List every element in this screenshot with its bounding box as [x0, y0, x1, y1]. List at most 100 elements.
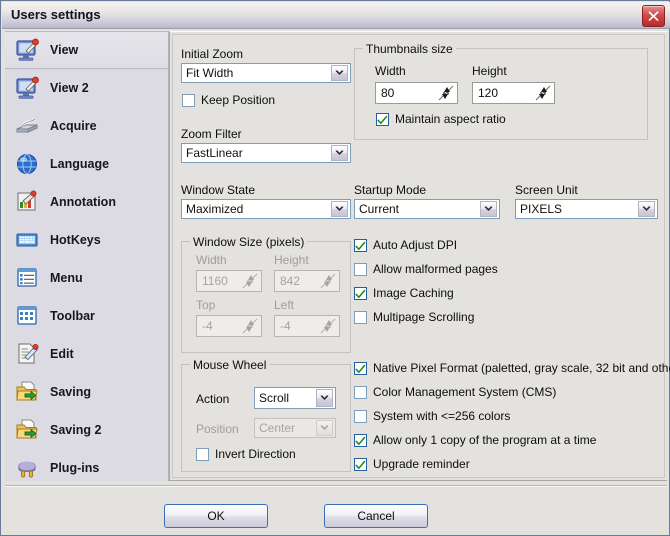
sidebar-item-view-2[interactable]: View 2	[5, 69, 168, 107]
stepper-arrows	[240, 271, 260, 291]
globe-icon	[14, 151, 40, 177]
startup-mode-select[interactable]: Current	[354, 199, 500, 219]
chevron-down-icon	[480, 201, 497, 217]
sidebar-item-view[interactable]: View	[5, 31, 168, 69]
chevron-down-icon	[316, 389, 333, 407]
allow-malformed-pages-checkbox[interactable]: Allow malformed pages	[354, 262, 498, 276]
stepper-arrows	[318, 271, 338, 291]
chevron-down-icon	[316, 420, 333, 436]
mouse-wheel-group: Mouse Wheel Action Scroll Position Cente…	[181, 358, 351, 472]
single-instance-checkbox[interactable]: Allow only 1 copy of the program at a ti…	[354, 433, 596, 447]
initial-zoom-select[interactable]: Fit Width	[181, 63, 351, 83]
thumb-width-value: 80	[381, 86, 395, 100]
screen-unit-select[interactable]: PIXELS	[515, 199, 658, 219]
sidebar-item-toolbar[interactable]: Toolbar	[5, 297, 168, 335]
title-bar: Users settings	[2, 2, 670, 29]
settings-category-sidebar[interactable]: View View 2 Acquire Language Annotation …	[5, 31, 169, 481]
zoom-filter-value: FastLinear	[186, 146, 243, 160]
sidebar-item-language[interactable]: Language	[5, 145, 168, 183]
sidebar-item-annotation[interactable]: Annotation	[5, 183, 168, 221]
window-state-label: Window State	[181, 183, 256, 197]
thumb-height-stepper[interactable]: 120	[472, 82, 555, 104]
checkbox-box	[354, 434, 367, 447]
invert-direction-checkbox[interactable]: Invert Direction	[196, 447, 296, 461]
maintain-aspect-ratio-checkbox[interactable]: Maintain aspect ratio	[376, 112, 506, 126]
chevron-down-icon	[331, 201, 348, 217]
checkbox-box	[354, 458, 367, 471]
chevron-down-icon	[331, 145, 348, 161]
screen-unit-value: PIXELS	[520, 202, 563, 216]
option-label: Upgrade reminder	[373, 457, 470, 471]
checkbox-box	[354, 239, 367, 252]
panel-inner-frame: Initial Zoom Fit Width Keep Position Zoo…	[172, 34, 670, 478]
mouse-wheel-action-select[interactable]: Scroll	[254, 387, 336, 409]
save-folder-icon	[14, 379, 40, 405]
zoom-filter-label: Zoom Filter	[181, 127, 242, 141]
users-settings-dialog: Users settings View View 2 Acquire Langu…	[0, 0, 670, 536]
window-size-left-label: Left	[274, 298, 295, 312]
multipage-scrolling-checkbox[interactable]: Multipage Scrolling	[354, 310, 474, 324]
sidebar-item-label: Language	[50, 157, 110, 171]
stepper-arrows	[240, 316, 260, 336]
keep-position-checkbox[interactable]: Keep Position	[182, 93, 275, 107]
window-size-height-value: 842	[280, 274, 301, 288]
cancel-button[interactable]: Cancel	[324, 504, 428, 528]
sidebar-item-edit[interactable]: Edit	[5, 335, 168, 373]
checkbox-box	[196, 448, 209, 461]
mouse-wheel-action-label: Action	[196, 392, 230, 406]
window-size-title: Window Size (pixels)	[190, 235, 308, 249]
sidebar-item-plug-ins[interactable]: Plug-ins	[5, 449, 168, 481]
upgrade-reminder-checkbox[interactable]: Upgrade reminder	[354, 457, 470, 471]
option-label: Native Pixel Format (paletted, gray scal…	[373, 361, 670, 375]
mouse-wheel-title: Mouse Wheel	[190, 358, 270, 372]
keep-position-label: Keep Position	[201, 93, 276, 107]
thumbnails-size-title: Thumbnails size	[363, 42, 456, 56]
stepper-arrows[interactable]	[533, 83, 553, 103]
mouse-wheel-action-value: Scroll	[259, 391, 290, 405]
checkbox-box	[376, 113, 389, 126]
initial-zoom-value: Fit Width	[186, 66, 234, 80]
stepper-arrows[interactable]	[436, 83, 456, 103]
window-size-group: Window Size (pixels) Width Height 1160 8…	[181, 235, 351, 353]
sidebar-item-label: Annotation	[50, 195, 116, 209]
cms-checkbox[interactable]: Color Management System (CMS)	[354, 385, 556, 399]
thumb-width-stepper[interactable]: 80	[375, 82, 458, 104]
thumb-height-label: Height	[472, 64, 507, 78]
startup-mode-label: Startup Mode	[354, 183, 427, 197]
mouse-wheel-position-value: Center	[259, 421, 296, 435]
checkbox-box	[354, 410, 367, 423]
annotation-icon	[14, 189, 40, 215]
checkbox-box	[182, 94, 195, 107]
window-size-height-label: Height	[274, 253, 309, 267]
ok-button[interactable]: OK	[164, 504, 268, 528]
sidebar-item-menu[interactable]: Menu	[5, 259, 168, 297]
window-size-width-stepper: 1160	[196, 270, 262, 292]
sidebar-item-label: Saving	[50, 385, 91, 399]
option-label: Image Caching	[373, 286, 454, 300]
option-label: Auto Adjust DPI	[373, 238, 458, 252]
toolbar-grid-icon	[14, 303, 40, 329]
option-label: Multipage Scrolling	[373, 310, 475, 324]
pencil-paper-icon	[14, 341, 40, 367]
plug-icon	[14, 455, 40, 481]
system-256-colors-checkbox[interactable]: System with <=256 colors	[354, 409, 510, 423]
chevron-down-icon	[331, 65, 348, 81]
sidebar-item-acquire[interactable]: Acquire	[5, 107, 168, 145]
checkbox-box	[354, 287, 367, 300]
zoom-filter-select[interactable]: FastLinear	[181, 143, 351, 163]
option-label: Allow malformed pages	[373, 262, 498, 276]
thumbnails-size-group: Thumbnails size Width Height 80 120 Main…	[354, 42, 648, 140]
window-state-select[interactable]: Maximized	[181, 199, 351, 219]
sidebar-item-saving[interactable]: Saving	[5, 373, 168, 411]
option-label: Color Management System (CMS)	[373, 385, 557, 399]
window-size-left-value: -4	[280, 319, 291, 333]
sidebar-item-saving-2[interactable]: Saving 2	[5, 411, 168, 449]
sidebar-item-label: Plug-ins	[50, 461, 100, 475]
checkbox-box	[354, 362, 367, 375]
image-caching-checkbox[interactable]: Image Caching	[354, 286, 454, 300]
close-icon[interactable]	[642, 5, 665, 27]
sidebar-item-hotkeys[interactable]: HotKeys	[5, 221, 168, 259]
sidebar-item-label: View 2	[50, 81, 89, 95]
native-pixel-format-checkbox[interactable]: Native Pixel Format (paletted, gray scal…	[354, 361, 670, 375]
auto-adjust-dpi-checkbox[interactable]: Auto Adjust DPI	[354, 238, 457, 252]
